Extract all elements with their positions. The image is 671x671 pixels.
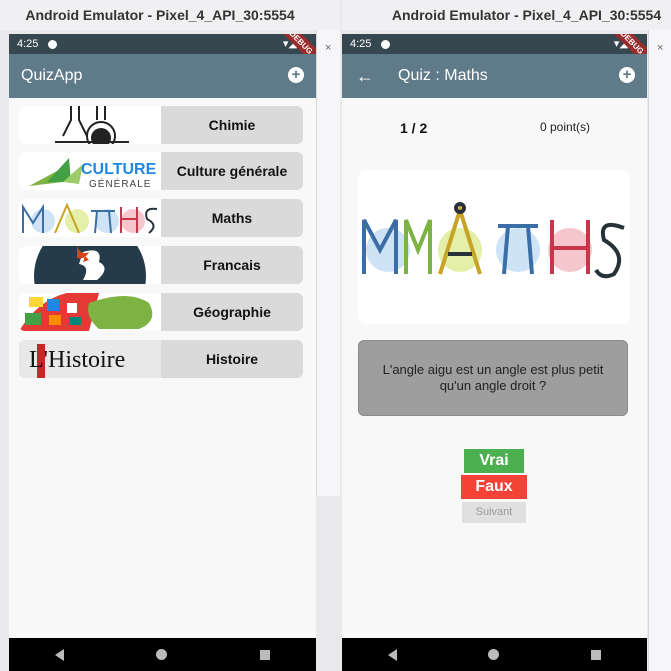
histoire-logo: L'Histoire: [19, 340, 161, 378]
category-label: Histoire: [205, 351, 259, 367]
category-item-maths[interactable]: Maths: [19, 199, 303, 237]
back-icon[interactable]: [55, 648, 65, 661]
score-text: 0 point(s): [540, 120, 591, 134]
navigation-bar: [342, 638, 647, 671]
add-icon[interactable]: +: [619, 67, 635, 83]
maths-letters-image: [19, 199, 161, 237]
window-title: Android Emulator - Pixel_4_API_30:5554: [0, 0, 340, 30]
false-button[interactable]: Faux: [461, 475, 527, 499]
status-time: 4:25: [17, 38, 39, 50]
emulator-sidebar: ×: [316, 30, 340, 496]
home-icon[interactable]: [156, 649, 168, 660]
app-title: Quiz : Maths: [398, 67, 488, 84]
right-emulator-window: Android Emulator - Pixel_4_API_30:5554 ×…: [342, 0, 671, 671]
histoire-logo-text: L'Histoire: [29, 347, 125, 373]
category-item-histoire[interactable]: L'Histoire Histoire: [19, 340, 303, 378]
status-bar: 4:25 ▾◢ ▮ DEBUG: [342, 34, 647, 72]
category-label: Géographie: [193, 304, 271, 320]
notification-icon: [46, 37, 60, 51]
window-title: Android Emulator - Pixel_4_API_30:5554: [342, 0, 671, 30]
add-icon[interactable]: +: [288, 67, 304, 83]
category-item-chimie[interactable]: Chimie: [19, 106, 303, 144]
map-mosaic-image: [19, 293, 161, 331]
culture-generale-logo: CULTURE GÉNÉRALE: [19, 152, 161, 190]
left-emulator-window: Android Emulator - Pixel_4_API_30:5554 ×…: [0, 0, 340, 671]
back-arrow-icon[interactable]: ←: [356, 66, 374, 87]
category-label: Chimie: [208, 117, 256, 133]
phone-screen: 4:25 ▾◢ ▮ DEBUG ← Quiz : Maths + 1 / 2 0…: [342, 34, 647, 671]
emulator-sidebar: ×: [648, 30, 671, 671]
next-button[interactable]: Suivant: [462, 502, 526, 523]
category-item-francais[interactable]: Francais: [19, 246, 303, 284]
chemistry-flask-icon: [19, 106, 161, 144]
category-label: Maths: [211, 210, 253, 226]
status-bar: 4:25 ▾◢ ▮ DEBUG: [9, 34, 316, 72]
maths-letters-image: [358, 170, 630, 324]
true-button[interactable]: Vrai: [464, 449, 524, 473]
phone-screen: 4:25 ▾◢ ▮ DEBUG QuizApp +: [9, 34, 316, 671]
culture-logo-subtext: GÉNÉRALE: [89, 177, 151, 190]
category-label: Culture générale: [176, 163, 288, 179]
rooster-icon: [19, 246, 161, 284]
app-bar: QuizApp +: [9, 54, 316, 98]
culture-logo-text: CULTURE: [81, 161, 157, 178]
app-title: QuizApp: [21, 67, 83, 84]
back-icon[interactable]: [387, 648, 397, 661]
app-bar: ← Quiz : Maths +: [342, 54, 647, 98]
question-text: L'angle aigu est un angle est plus petit…: [358, 340, 628, 416]
notification-icon: [379, 37, 393, 51]
status-time: 4:25: [350, 38, 372, 50]
close-icon[interactable]: ×: [657, 42, 663, 54]
recents-icon[interactable]: [259, 649, 270, 660]
category-label: Francais: [203, 257, 261, 273]
recents-icon[interactable]: [591, 649, 602, 660]
category-item-geographie[interactable]: Géographie: [19, 293, 303, 331]
category-item-culture-generale[interactable]: CULTURE GÉNÉRALE Culture générale: [19, 152, 303, 190]
navigation-bar: [9, 638, 316, 671]
home-icon[interactable]: [488, 649, 500, 660]
question-progress: 1 / 2: [400, 120, 428, 136]
close-icon[interactable]: ×: [325, 42, 331, 54]
